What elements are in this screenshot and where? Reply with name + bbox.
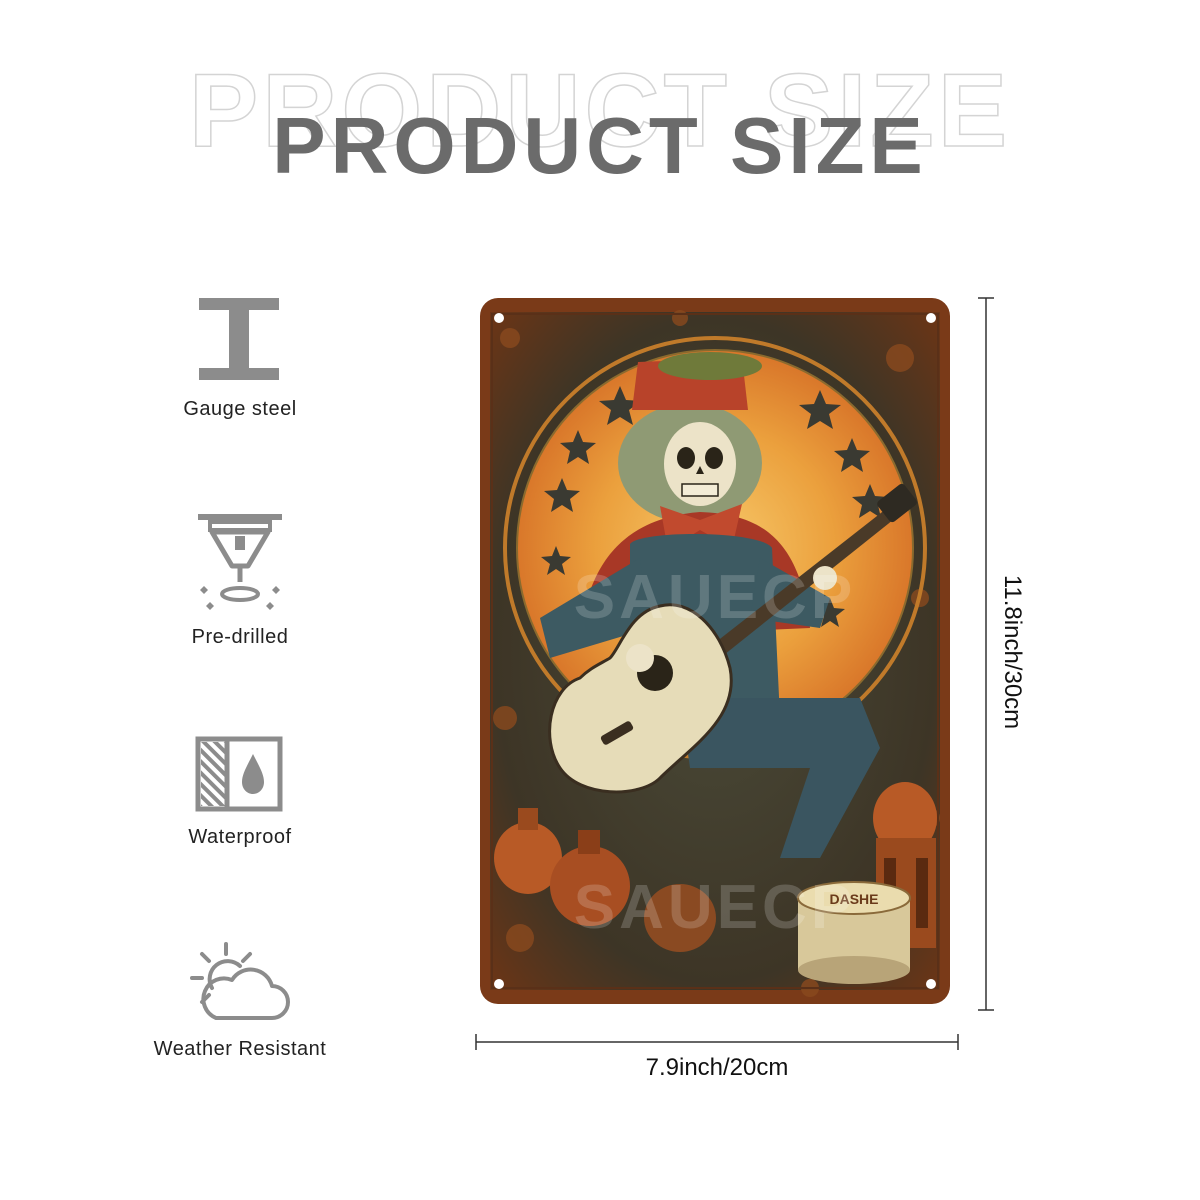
mount-hole: [926, 979, 936, 989]
weather-resistant-icon: [190, 942, 290, 1020]
feature-waterproof: Waterproof: [120, 736, 360, 849]
mount-hole: [494, 313, 504, 323]
skeleton-guitarist-illustration: DASHE SAUECP SAUECP: [480, 298, 950, 1004]
waterproof-icon: [195, 736, 283, 812]
feature-pre-drilled: Pre-drilled: [120, 508, 360, 649]
mount-hole: [926, 313, 936, 323]
title-area: PRODUCT SIZE PRODUCT SIZE: [0, 0, 1200, 220]
watermark-text: SAUECP: [574, 563, 856, 632]
width-dimension-line: [475, 1034, 959, 1050]
width-label: 7.9inch/20cm: [645, 1054, 789, 1081]
feature-label: Pre-drilled: [191, 626, 289, 648]
feature-gauge-steel: Gauge steel: [120, 296, 360, 421]
height-label: 11.8inch/30cm: [999, 574, 1026, 730]
height-dimension-line: [978, 297, 994, 1011]
watermark-text-lower: SAUECP: [574, 873, 856, 942]
feature-weather-resistant: Weather Resistant: [120, 940, 360, 1061]
tin-sign-image: DASHE SAUECP SAUECP: [480, 298, 950, 1004]
feature-label: Gauge steel: [183, 398, 297, 420]
feature-label: Waterproof: [188, 826, 292, 848]
pre-drilled-icon: [198, 514, 282, 610]
gauge-steel-icon: [199, 298, 279, 380]
page-title: PRODUCT SIZE: [272, 101, 928, 190]
feature-label: Weather Resistant: [153, 1038, 327, 1060]
mount-hole: [494, 979, 504, 989]
